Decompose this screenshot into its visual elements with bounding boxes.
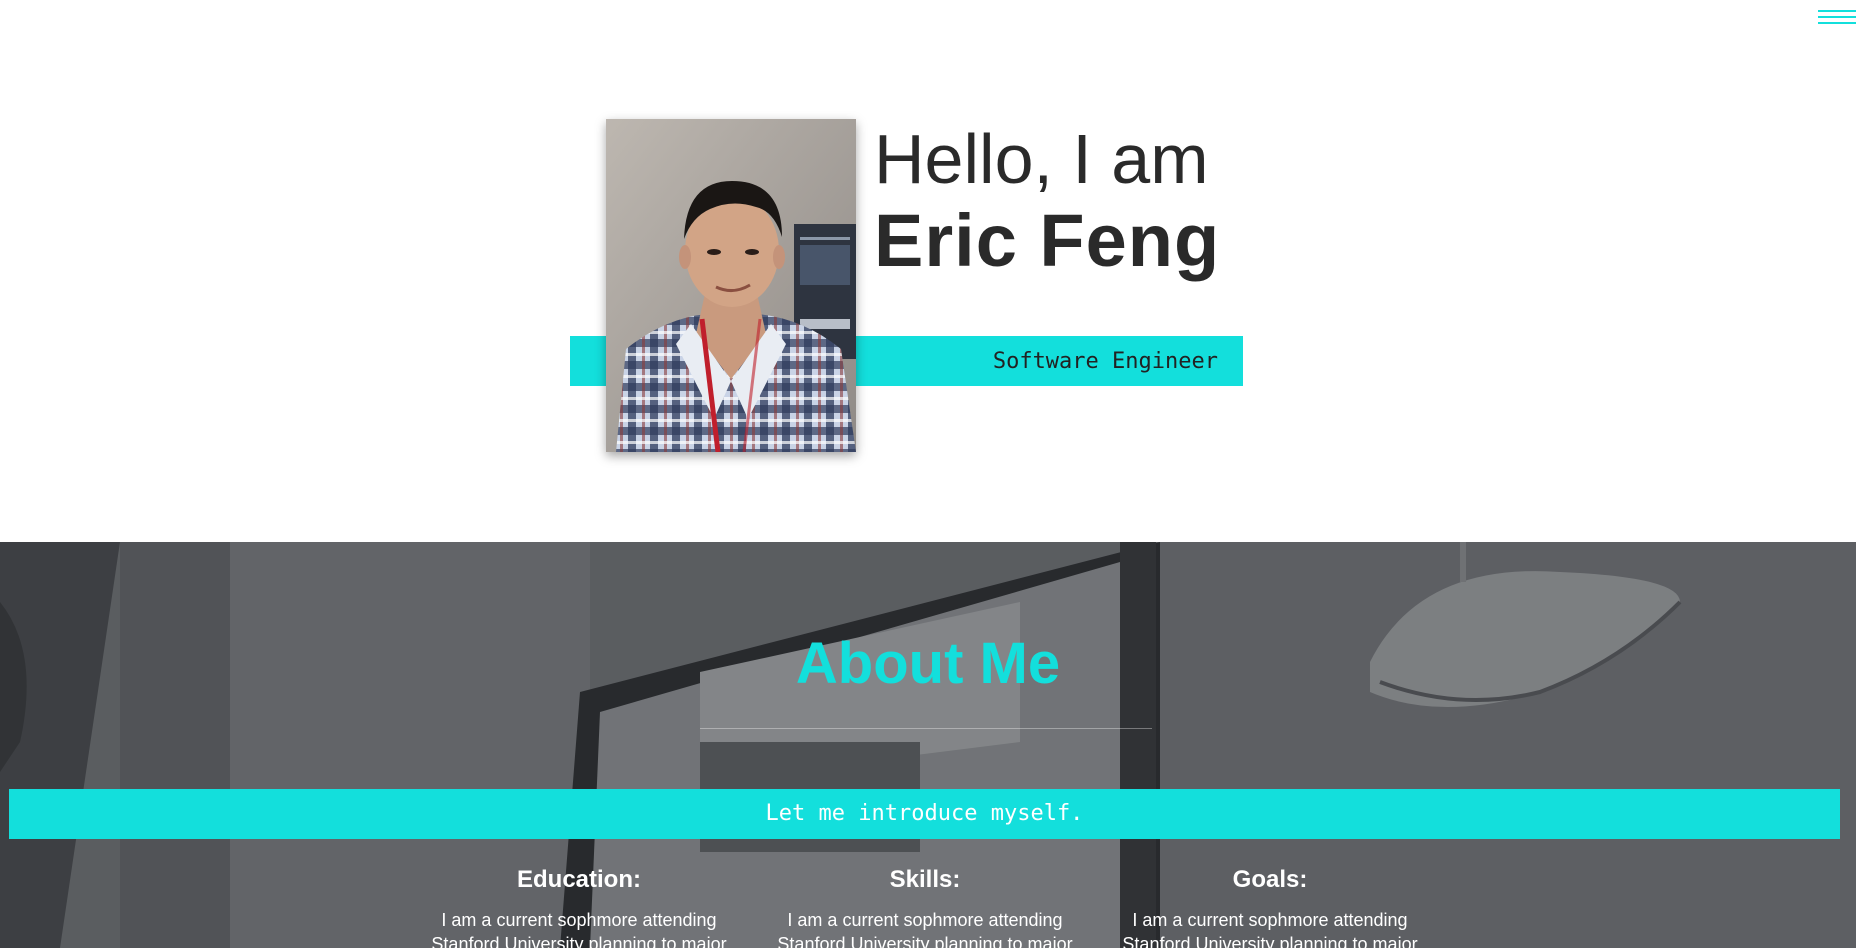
education-text: I am a current sophmore attending Stanfo… [431, 910, 727, 948]
role-text: Software Engineer [992, 349, 1218, 374]
intro-banner: Let me introduce myself. [9, 789, 1840, 839]
divider [700, 728, 1152, 729]
education-column: Education: I am a current sophmore atten… [429, 862, 729, 948]
skills-column: Skills: I am a current sophmore attendin… [775, 862, 1075, 948]
hero-section: Software Engineer Hello, I am Eric Feng [0, 0, 1856, 542]
skills-heading: Skills: [889, 866, 961, 893]
about-section: About Me Let me introduce myself. Educat… [0, 542, 1856, 948]
education-heading: Education: [517, 866, 641, 893]
profile-photo [606, 119, 856, 452]
about-title: About Me [795, 631, 1061, 696]
menu-line [1818, 16, 1856, 18]
skills-text: I am a current sophmore attending Stanfo… [777, 910, 1073, 948]
goals-text: I am a current sophmore attending Stanfo… [1122, 910, 1418, 948]
menu-line [1818, 22, 1856, 24]
greeting-text: Hello, I am [874, 120, 1209, 198]
hamburger-menu-icon[interactable] [1818, 8, 1856, 28]
goals-column: Goals: I am a current sophmore attending… [1120, 862, 1420, 948]
goals-heading: Goals: [1232, 866, 1308, 893]
intro-text: Let me introduce myself. [765, 801, 1084, 826]
page: Software Engineer Hello, I am Eric Feng … [0, 0, 1856, 948]
menu-line [1818, 10, 1856, 12]
name-heading: Eric Feng [874, 199, 1221, 282]
